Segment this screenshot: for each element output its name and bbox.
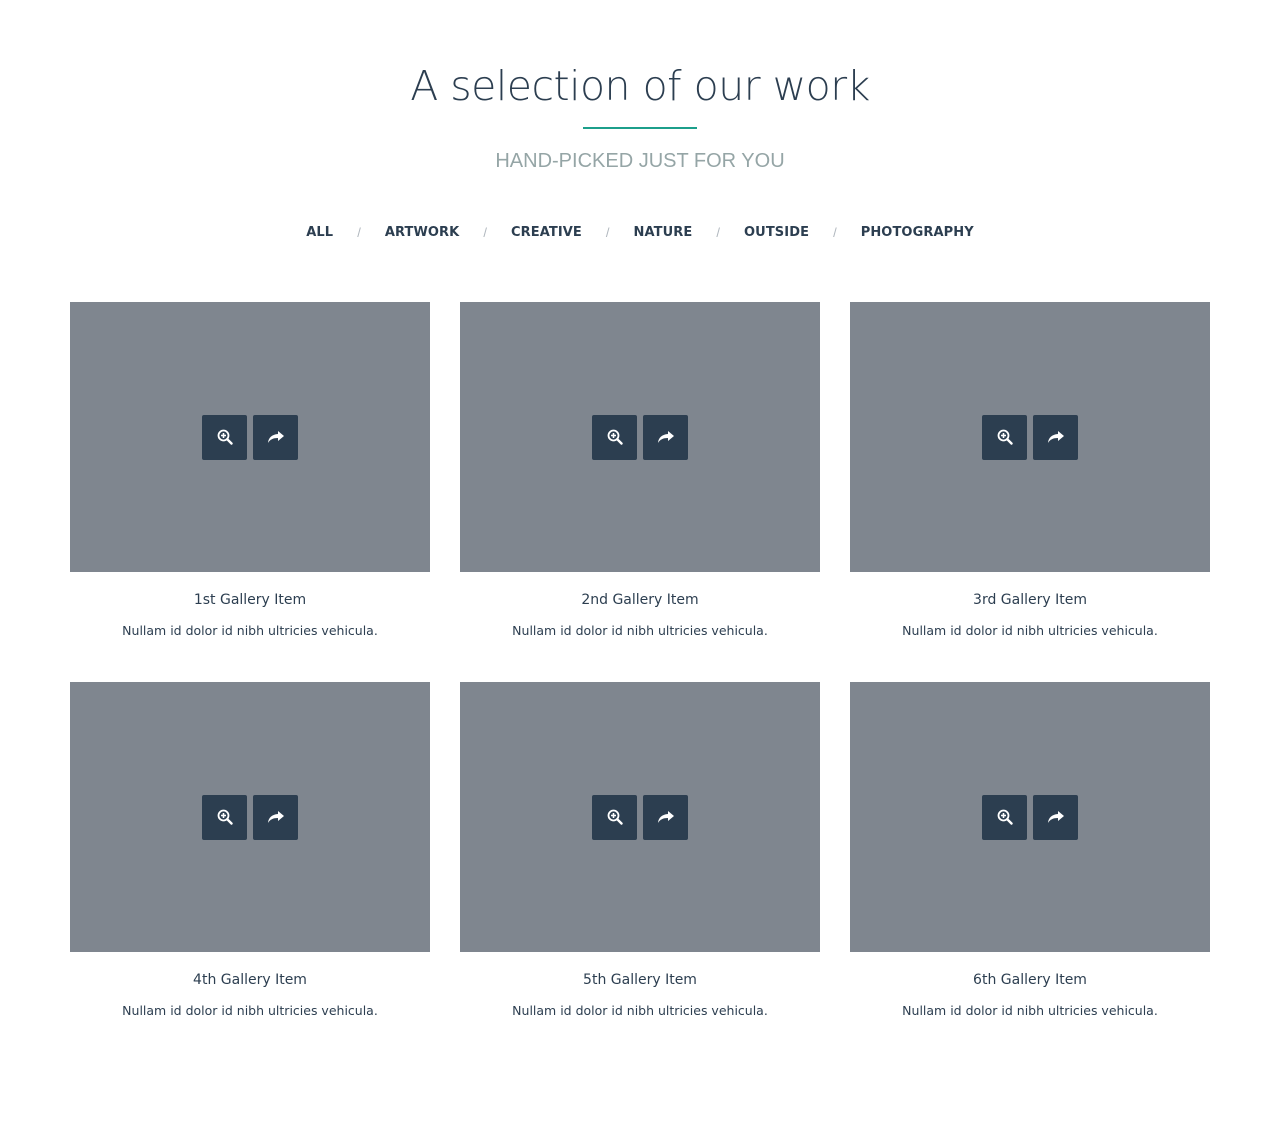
gallery-thumbnail[interactable] bbox=[460, 302, 820, 572]
share-icon bbox=[657, 429, 675, 445]
share-button[interactable] bbox=[253, 414, 298, 460]
gallery-item-title: 4th Gallery Item bbox=[193, 972, 307, 988]
gallery-item-title: 3rd Gallery Item bbox=[973, 592, 1087, 608]
zoom-in-icon bbox=[217, 429, 233, 445]
gallery-thumbnail[interactable] bbox=[460, 682, 820, 952]
filter-separator: / bbox=[357, 224, 361, 240]
filter-nature[interactable]: NATURE bbox=[634, 225, 693, 240]
filter-artwork[interactable]: ARTWORK bbox=[385, 225, 460, 240]
gallery-grid: 1st Gallery Item Nullam id dolor id nibh… bbox=[70, 302, 1210, 1062]
share-button[interactable] bbox=[643, 794, 688, 840]
gallery-item-description: Nullam id dolor id nibh ultricies vehicu… bbox=[902, 1003, 1158, 1018]
gallery-item-title: 5th Gallery Item bbox=[583, 972, 697, 988]
zoom-in-icon bbox=[997, 809, 1013, 825]
gallery-thumbnail[interactable] bbox=[850, 682, 1210, 952]
zoom-button[interactable] bbox=[982, 414, 1027, 460]
gallery-thumbnail[interactable] bbox=[850, 302, 1210, 572]
filter-all[interactable]: ALL bbox=[306, 225, 333, 240]
gallery-card: 6th Gallery Item Nullam id dolor id nibh… bbox=[850, 682, 1210, 1062]
share-button[interactable] bbox=[1033, 794, 1078, 840]
share-icon bbox=[267, 809, 285, 825]
filter-outside[interactable]: OUTSIDE bbox=[744, 225, 809, 240]
share-button[interactable] bbox=[643, 414, 688, 460]
share-icon bbox=[657, 809, 675, 825]
gallery-item-description: Nullam id dolor id nibh ultricies vehicu… bbox=[122, 623, 378, 638]
gallery-thumbnail[interactable] bbox=[70, 302, 430, 572]
zoom-in-icon bbox=[607, 809, 623, 825]
gallery-card: 3rd Gallery Item Nullam id dolor id nibh… bbox=[850, 302, 1210, 682]
gallery-item-description: Nullam id dolor id nibh ultricies vehicu… bbox=[122, 1003, 378, 1018]
page-title: A selection of our work bbox=[410, 62, 870, 110]
zoom-button[interactable] bbox=[202, 414, 247, 460]
gallery-card: 5th Gallery Item Nullam id dolor id nibh… bbox=[460, 682, 820, 1062]
gallery-item-title: 6th Gallery Item bbox=[973, 972, 1087, 988]
filter-separator: / bbox=[605, 224, 610, 240]
filter-separator: / bbox=[716, 224, 721, 240]
gallery-item-title: 1st Gallery Item bbox=[193, 592, 307, 608]
zoom-in-icon bbox=[997, 429, 1013, 445]
zoom-button[interactable] bbox=[592, 414, 637, 460]
share-icon bbox=[1047, 429, 1065, 445]
gallery-thumbnail[interactable] bbox=[70, 682, 430, 952]
gallery-item-title: 2nd Gallery Item bbox=[581, 592, 699, 608]
share-button[interactable] bbox=[253, 794, 298, 840]
gallery-item-description: Nullam id dolor id nibh ultricies vehicu… bbox=[512, 1003, 768, 1018]
gallery-filter-nav: ALL / ARTWORK / CREATIVE / NATURE / OUTS… bbox=[0, 222, 1280, 242]
zoom-button[interactable] bbox=[592, 794, 637, 840]
zoom-in-icon bbox=[217, 809, 233, 825]
page-subtitle: HAND-PICKED JUST FOR YOU bbox=[495, 150, 785, 172]
gallery-card: 2nd Gallery Item Nullam id dolor id nibh… bbox=[460, 302, 820, 682]
filter-creative[interactable]: CREATIVE bbox=[511, 225, 582, 240]
share-icon bbox=[1047, 809, 1065, 825]
gallery-card: 1st Gallery Item Nullam id dolor id nibh… bbox=[70, 302, 430, 682]
gallery-card: 4th Gallery Item Nullam id dolor id nibh… bbox=[70, 682, 430, 1062]
zoom-button[interactable] bbox=[982, 794, 1027, 840]
gallery-item-description: Nullam id dolor id nibh ultricies vehicu… bbox=[512, 623, 768, 638]
zoom-in-icon bbox=[607, 429, 623, 445]
title-divider bbox=[583, 127, 697, 129]
zoom-button[interactable] bbox=[202, 794, 247, 840]
share-button[interactable] bbox=[1033, 414, 1078, 460]
share-icon bbox=[267, 429, 285, 445]
filter-separator: / bbox=[483, 224, 487, 240]
filter-separator: / bbox=[833, 224, 837, 240]
filter-photography[interactable]: PHOTOGRAPHY bbox=[861, 225, 974, 240]
gallery-item-description: Nullam id dolor id nibh ultricies vehicu… bbox=[902, 623, 1158, 638]
